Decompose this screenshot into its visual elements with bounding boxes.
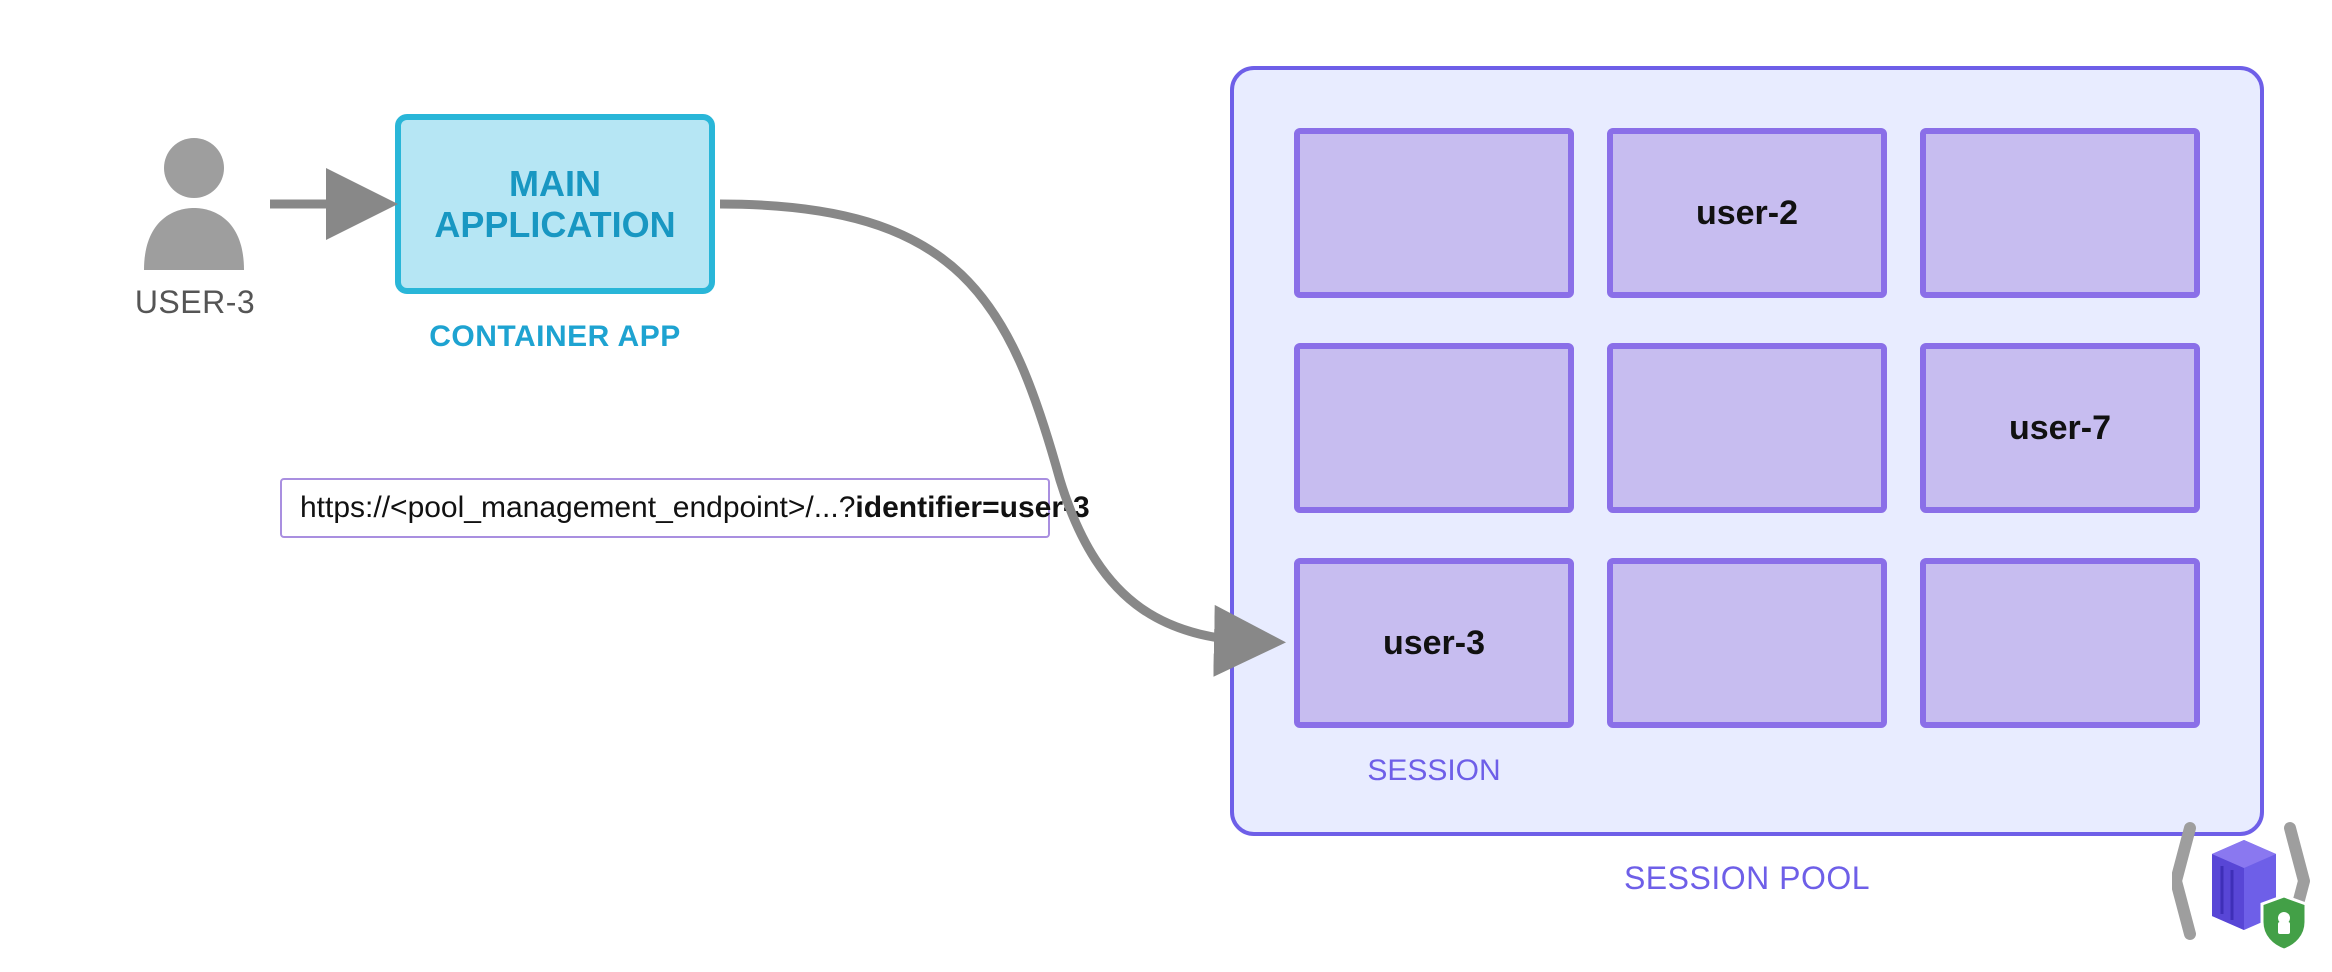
arrow-app-to-session	[720, 204, 1268, 642]
session-caption: SESSION	[1294, 754, 1574, 788]
session-cell-3	[1294, 343, 1574, 513]
main-application-title-line1: MAIN	[509, 163, 601, 204]
main-application-title: MAIN APPLICATION	[420, 163, 689, 246]
session-cell-6: user-3	[1294, 558, 1574, 728]
endpoint-url-box: https://<pool_management_endpoint>/...?i…	[280, 478, 1050, 538]
session-cell-1: user-2	[1607, 128, 1887, 298]
session-cell-label: user-7	[2009, 409, 2111, 448]
session-pool-caption: SESSION POOL	[1230, 860, 2264, 897]
container-apps-secure-icon	[2172, 806, 2322, 956]
session-cell-label: user-2	[1696, 194, 1798, 233]
session-cell-5: user-7	[1920, 343, 2200, 513]
session-cell-2	[1920, 128, 2200, 298]
main-application-title-line2: APPLICATION	[434, 204, 675, 245]
session-cell-8	[1920, 558, 2200, 728]
main-application-box: MAIN APPLICATION	[395, 114, 715, 294]
user-label: USER-3	[110, 284, 280, 321]
session-cell-4	[1607, 343, 1887, 513]
session-cell-0	[1294, 128, 1574, 298]
session-grid: user-2 user-7 user-3	[1294, 128, 2200, 728]
endpoint-url-prefix: https://<pool_management_endpoint>/...?	[300, 491, 855, 525]
endpoint-url-identifier: identifier=user-3	[855, 491, 1089, 525]
user-icon	[134, 130, 254, 270]
container-app-caption: CONTAINER APP	[395, 320, 715, 354]
session-cell-7	[1607, 558, 1887, 728]
session-cell-label: user-3	[1383, 624, 1485, 663]
